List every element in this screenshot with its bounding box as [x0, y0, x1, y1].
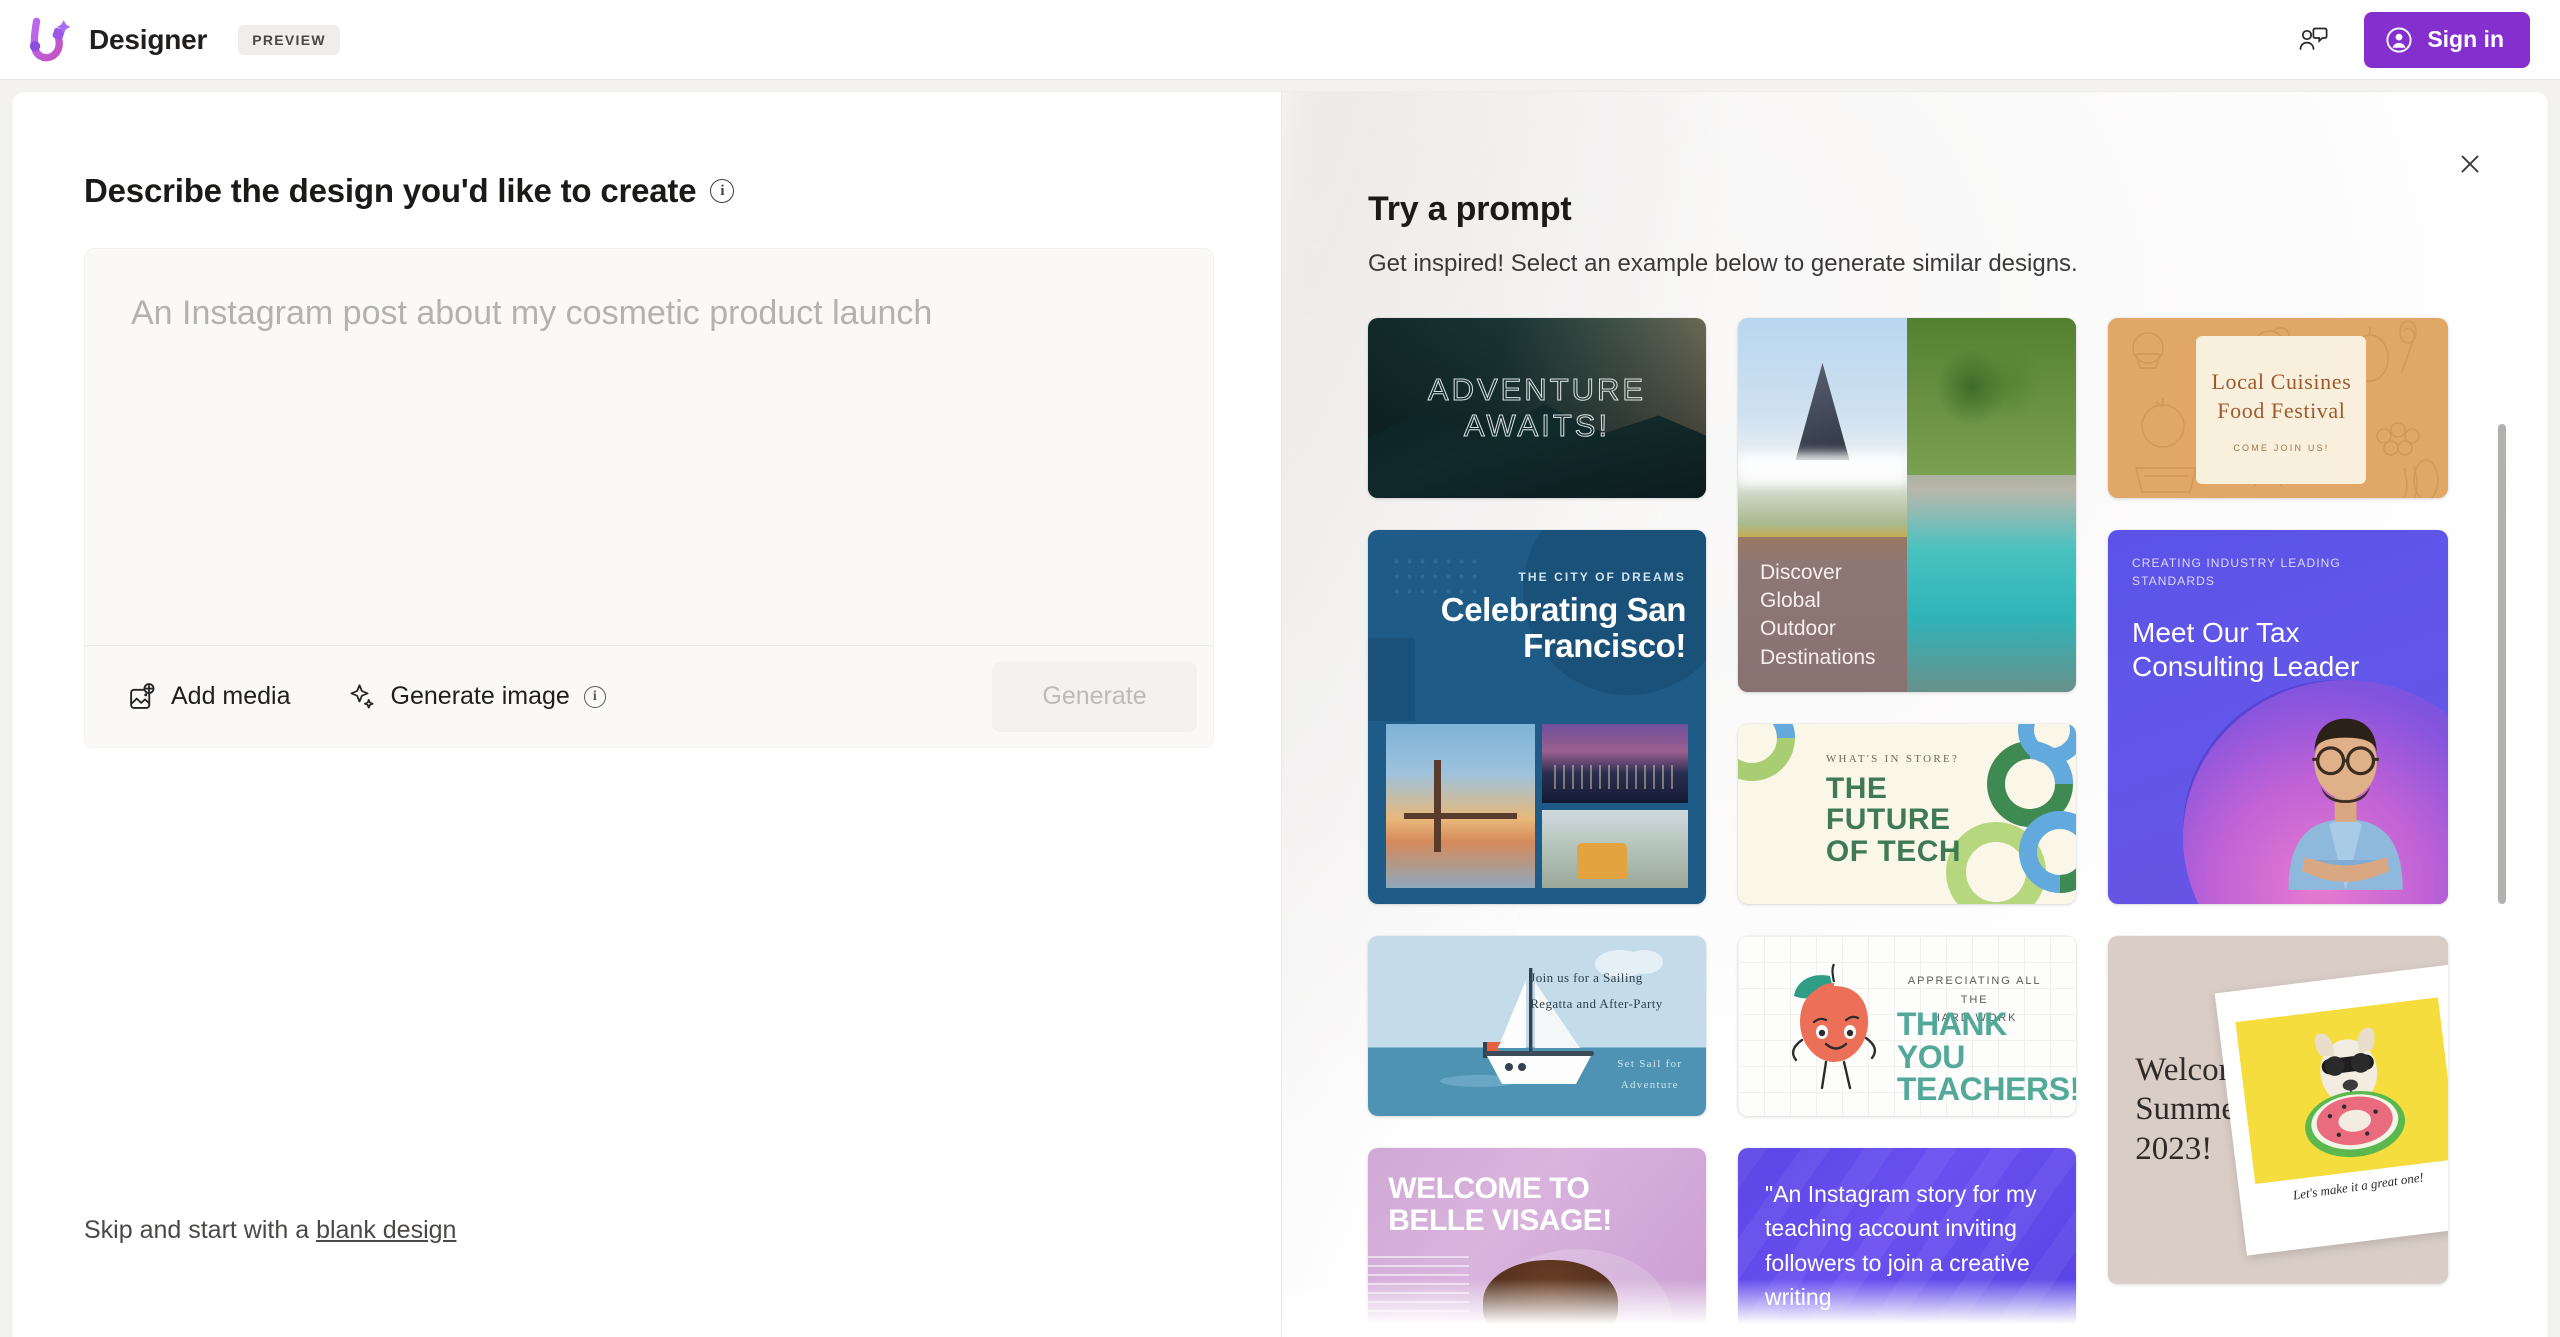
tech-title: THE FUTURE OF TECH	[1825, 771, 1962, 869]
try-a-prompt-title: Try a prompt	[1368, 190, 1572, 228]
adventure-line-1: ADVENTURE	[1427, 372, 1647, 408]
sf-photo-skyline-night	[1541, 724, 1688, 803]
card-thank-you-teachers[interactable]: APPRECIATING ALL THE HARD WORK THANK YOU T…	[1738, 936, 2076, 1116]
prompt-toolbar: Add media Generate image i Generate	[85, 645, 1213, 747]
sf-eyebrow: THE CITY OF DREAMS	[1518, 570, 1686, 584]
close-button[interactable]	[2446, 140, 2494, 188]
card-local-cuisines-food-festival[interactable]: Local Cuisines Food Festival COME JOIN US…	[2108, 318, 2448, 498]
top-bar: Designer PREVIEW Sign in	[0, 0, 2560, 80]
blank-design-link[interactable]: blank design	[316, 1216, 456, 1244]
sf-photo-collage	[1386, 724, 1688, 888]
cuisine-subtitle: COME JOIN US!	[2233, 442, 2330, 453]
image-add-icon	[127, 682, 157, 712]
blank-design-prefix: Skip and start with a	[84, 1216, 317, 1244]
page-title-text: Describe the design you'd like to create	[84, 172, 697, 209]
belle-decor-lines	[1368, 1256, 1470, 1318]
adventure-line-2: AWAITS!	[1463, 408, 1611, 444]
prompt-gallery: ADVENTURE AWAITS! THE CITY OF DREAMS Cel…	[1282, 318, 2548, 1328]
card-discover-global-outdoor[interactable]: Discover Global Outdoor Destinations	[1738, 318, 2076, 692]
sailing-line-2: Regatta and After-Party	[1530, 995, 1663, 1011]
tax-title: Meet Our Tax Consulting Leader	[2132, 617, 2360, 683]
try-a-prompt-header: Try a prompt Get inspired! Select an exa…	[1282, 92, 2548, 278]
try-a-prompt-pane: Try a prompt Get inspired! Select an exa…	[1282, 92, 2548, 1337]
prompt-pane: Describe the design you'd like to create…	[12, 92, 1282, 1337]
sailing-text: Join us for a Sailing Regatta and After-…	[1530, 965, 1686, 1017]
sf-photo-cable-car	[1541, 809, 1688, 888]
card-future-of-tech[interactable]: WHAT'S IN STORE? THE FUTURE OF TECH	[1738, 724, 2076, 904]
close-icon	[2461, 155, 2479, 173]
prompt-text: "An Instagram story for my teaching acco…	[1765, 1180, 2037, 1311]
sailing-line-1: Join us for a Sailing	[1530, 969, 1643, 985]
gallery-column-3: Local Cuisines Food Festival COME JOIN US…	[2108, 318, 2448, 1284]
sailing-subtext: Set Sail for Adventure	[1617, 1058, 1683, 1092]
cuisine-panel: Local Cuisines Food Festival COME JOIN US…	[2196, 336, 2367, 484]
try-a-prompt-subtitle: Get inspired! Select an example below to…	[1368, 250, 2078, 277]
feedback-button[interactable]	[2290, 17, 2336, 63]
tech-eyebrow: WHAT'S IN STORE?	[1825, 752, 1960, 765]
card-adventure-awaits[interactable]: ADVENTURE AWAITS!	[1368, 318, 1706, 498]
card-welcome-summer-2023[interactable]: Welcome Summer 2023! Let's make it a gre…	[2108, 936, 2448, 1284]
belle-title: WELCOME TO BELLE VISAGE!	[1388, 1172, 1612, 1237]
designer-brush-logo	[29, 17, 71, 61]
dog-with-float-illustration	[2305, 1026, 2406, 1157]
top-bar-actions: Sign in	[2290, 11, 2530, 68]
card-meet-our-tax-consulting-leader[interactable]: CREATING INDUSTRY LEADING STANDARDS Meet…	[2108, 530, 2448, 904]
person-circle-icon	[2386, 26, 2412, 53]
tax-leader-portrait	[2288, 718, 2404, 891]
preview-badge: PREVIEW	[238, 24, 340, 55]
info-icon[interactable]: i	[710, 179, 735, 203]
gallery-column-1: ADVENTURE AWAITS! THE CITY OF DREAMS Cel…	[1368, 318, 1706, 1328]
cuisine-title: Local Cuisines Food Festival	[2211, 368, 2352, 423]
card-instagram-story-prompt[interactable]: "An Instagram story for my teaching acco…	[1738, 1148, 2076, 1328]
sf-decor-square	[1368, 638, 1416, 721]
sf-dot-grid	[1390, 554, 1482, 596]
prompt-placeholder: An Instagram post about my cosmetic prod…	[131, 294, 933, 332]
sf-title: Celebrating San Francisco!	[1440, 591, 1687, 665]
generate-image-info-icon[interactable]: i	[583, 685, 606, 708]
add-media-button[interactable]: Add media	[121, 674, 297, 720]
tax-eyebrow: CREATING INDUSTRY LEADING STANDARDS	[2132, 556, 2341, 588]
app-name: Designer	[89, 23, 208, 55]
brand: Designer PREVIEW	[22, 15, 340, 65]
sf-photo-bridge-sunset	[1386, 724, 1535, 888]
discover-photo-coast	[1907, 318, 2076, 692]
sparkle-icon	[347, 682, 377, 712]
person-feedback-icon	[2299, 27, 2328, 50]
gallery-column-2: Discover Global Outdoor Destinations WHA…	[1738, 318, 2076, 1328]
sign-in-button[interactable]: Sign in	[2364, 11, 2530, 68]
sign-in-label: Sign in	[2427, 26, 2504, 52]
teachers-title: THANK YOU TEACHERS!	[1896, 1006, 2076, 1108]
adventure-awaits-text: ADVENTURE AWAITS!	[1427, 372, 1647, 444]
discover-label: Discover Global Outdoor Destinations	[1738, 536, 1907, 692]
blank-design-row: Skip and start with a blank design	[84, 1216, 456, 1245]
generate-image-button[interactable]: Generate image i	[341, 674, 612, 720]
page-title: Describe the design you'd like to create…	[84, 172, 1281, 210]
generate-image-label: Generate image	[390, 682, 570, 710]
gallery-scrollbar[interactable]	[2498, 424, 2506, 904]
card-celebrating-san-francisco[interactable]: THE CITY OF DREAMS Celebrating San Franc…	[1368, 530, 1706, 904]
main-surface: Describe the design you'd like to create…	[12, 92, 2548, 1337]
summer-polaroid: Let's make it a great one!	[2215, 964, 2448, 1256]
generate-button[interactable]: Generate	[992, 661, 1197, 732]
card-welcome-belle-visage[interactable]: WELCOME TO BELLE VISAGE!	[1368, 1148, 1706, 1328]
add-media-label: Add media	[171, 682, 291, 710]
summer-dog-photo	[2235, 996, 2448, 1185]
card-sailing-regatta[interactable]: Join us for a Sailing Regatta and After-…	[1368, 936, 1706, 1116]
prompt-input[interactable]: An Instagram post about my cosmetic prod…	[85, 249, 1213, 645]
prompt-box: An Instagram post about my cosmetic prod…	[84, 248, 1214, 748]
